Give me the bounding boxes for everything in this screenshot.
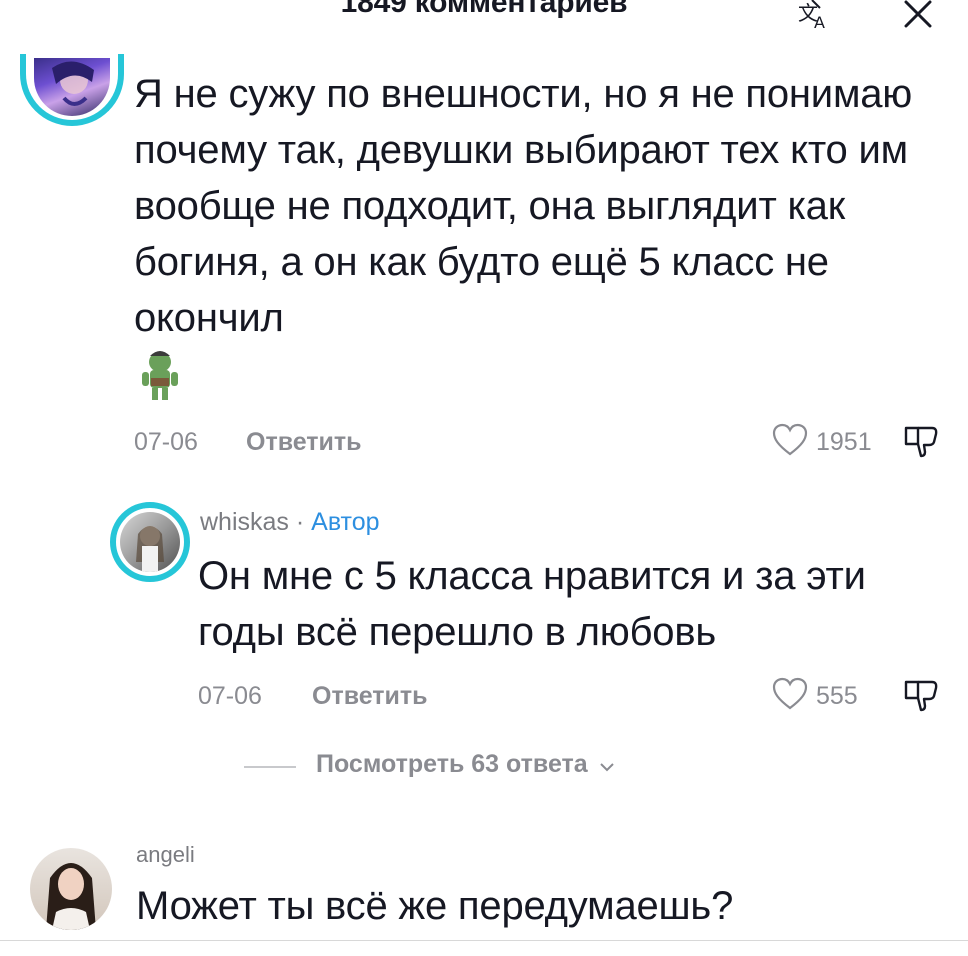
comment-date: 07-06 [134, 428, 198, 456]
divider [0, 940, 968, 941]
like-button[interactable]: 555 [770, 674, 880, 714]
dislike-icon[interactable] [900, 420, 942, 462]
like-count: 555 [816, 682, 858, 710]
chevron-down-icon [599, 751, 615, 780]
username-text[interactable]: whiskas [200, 508, 289, 536]
heart-icon [770, 420, 810, 460]
dislike-icon[interactable] [900, 674, 942, 716]
comment-date: 07-06 [198, 682, 262, 710]
comment-item: Я не сужу по внешности, но я не понимаю … [0, 0, 968, 470]
comment-text: Может ты всё же передумаешь? [136, 884, 734, 928]
heart-icon [770, 674, 810, 714]
comment-username[interactable]: angeli [136, 842, 195, 868]
view-replies-text[interactable]: Посмотреть 63 ответа [316, 750, 588, 778]
comment-text: Он мне с 5 класса нравится и за эти годы… [198, 554, 866, 654]
avatar[interactable] [120, 512, 180, 572]
view-replies-label[interactable]: Посмотреть 63 ответа [316, 750, 615, 780]
comment-text: Я не сужу по внешности, но я не понимаю … [134, 72, 913, 340]
like-button[interactable]: 1951 [770, 420, 880, 460]
reply-item: whiskas · Автор Он мне с 5 класса нравит… [0, 470, 968, 730]
comment-username[interactable]: whiskas · Автор [200, 508, 380, 537]
troll-sticker-icon [138, 348, 182, 404]
author-badge: Автор [311, 508, 380, 536]
comment-item: angeli Может ты всё же передумаешь? [0, 830, 968, 940]
like-count: 1951 [816, 428, 872, 456]
reply-button[interactable]: Ответить [246, 428, 362, 457]
username-separator: · [288, 508, 312, 536]
view-replies-divider [244, 766, 296, 768]
reply-button[interactable]: Ответить [312, 682, 428, 711]
avatar[interactable] [30, 848, 112, 930]
